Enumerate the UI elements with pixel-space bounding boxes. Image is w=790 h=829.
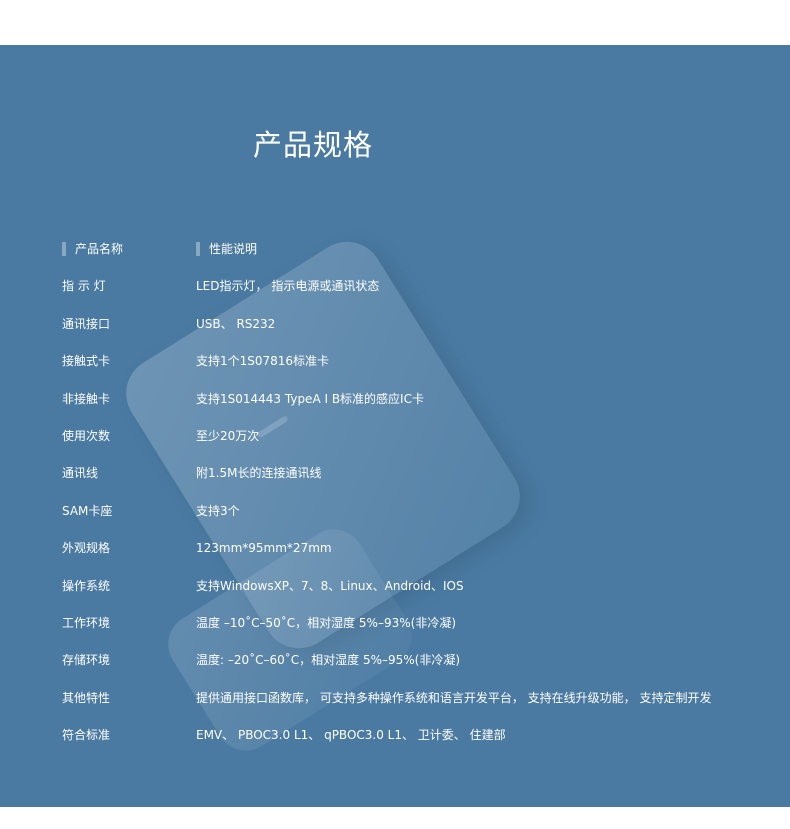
spec-row-value: 附1.5M长的连接通讯线 (196, 466, 322, 481)
spec-row-label: 通讯接口 (62, 316, 111, 331)
spec-row-value: 温度: –20˚C–60˚C，相对湿度 5%–95%(非冷凝) (196, 653, 461, 668)
spec-row-value: 提供通用接口函数库， 可支持多种操作系统和语言开发平台， 支持在线升级功能， 支… (196, 690, 712, 705)
spec-row: 其他特性 提供通用接口函数库， 可支持多种操作系统和语言开发平台， 支持在线升级… (62, 685, 782, 722)
spec-row-value: LED指示灯， 指示电源或通讯状态 (196, 279, 380, 294)
spec-row: 通讯线 附1.5M长的连接通讯线 (62, 460, 782, 497)
spec-row-label: 操作系统 (62, 578, 111, 593)
spec-row-value: 支持3个 (196, 503, 240, 518)
spec-row-value: 支持1个1S07816标准卡 (196, 354, 330, 369)
spec-row: 通讯接口 USB、 RS232 (62, 311, 782, 348)
spec-row-label: 使用次数 (62, 428, 111, 443)
spec-row: 外观规格 123mm*95mm*27mm (62, 535, 782, 572)
spec-row-label: 指 示 灯 (62, 279, 106, 294)
header-label-description: 性能说明 (209, 242, 258, 256)
spec-row-label: SAM卡座 (62, 503, 113, 518)
spec-row-value: 支持WindowsXP、7、8、Linux、Android、IOS (196, 578, 464, 593)
spec-row-value: USB、 RS232 (196, 316, 276, 331)
spec-row-label: 接触式卡 (62, 354, 111, 369)
spec-row: 符合标准 EMV、 PBOC3.0 L1、 qPBOC3.0 L1、 卫计委、 … (62, 722, 782, 759)
spec-row-label: 非接触卡 (62, 391, 111, 406)
spec-row-value: 123mm*95mm*27mm (196, 541, 332, 556)
spec-row-value: 至少20万次 (196, 428, 260, 443)
spec-row: 接触式卡 支持1个1S07816标准卡 (62, 348, 782, 385)
spec-row-value: 温度 –10˚C–50˚C，相对湿度 5%–93%(非冷凝) (196, 615, 456, 630)
spec-row-label: 存储环境 (62, 653, 111, 668)
spec-row: 工作环境 温度 –10˚C–50˚C，相对湿度 5%–93%(非冷凝) (62, 610, 782, 647)
spec-row-label: 其他特性 (62, 690, 111, 705)
spec-row-label: 通讯线 (62, 466, 99, 481)
page: 产品规格 产品名称 性能说明 指 示 灯 LED指示灯， 指示电源或通讯状态 通… (0, 0, 790, 829)
header-label-name: 产品名称 (75, 242, 124, 256)
spec-row: 使用次数 至少20万次 (62, 423, 782, 460)
spec-row: 操作系统 支持WindowsXP、7、8、Linux、Android、IOS (62, 573, 782, 610)
spec-row: 指 示 灯 LED指示灯， 指示电源或通讯状态 (62, 273, 782, 310)
spec-row: SAM卡座 支持3个 (62, 498, 782, 535)
spec-row-value: EMV、 PBOC3.0 L1、 qPBOC3.0 L1、 卫计委、 住建部 (196, 728, 506, 743)
spec-table-header: 产品名称 性能说明 (62, 236, 782, 273)
spec-row-value: 支持1S014443 TypeA I B标准的感应IC卡 (196, 391, 424, 406)
spec-row-label: 符合标准 (62, 728, 111, 743)
page-title: 产品规格 (252, 128, 373, 162)
spec-table: 产品名称 性能说明 指 示 灯 LED指示灯， 指示电源或通讯状态 通讯接口 U… (62, 236, 782, 759)
spec-row-label: 工作环境 (62, 615, 111, 630)
spec-row: 非接触卡 支持1S014443 TypeA I B标准的感应IC卡 (62, 386, 782, 423)
spec-row: 存储环境 温度: –20˚C–60˚C，相对湿度 5%–95%(非冷凝) (62, 647, 782, 684)
spec-row-label: 外观规格 (62, 541, 111, 556)
